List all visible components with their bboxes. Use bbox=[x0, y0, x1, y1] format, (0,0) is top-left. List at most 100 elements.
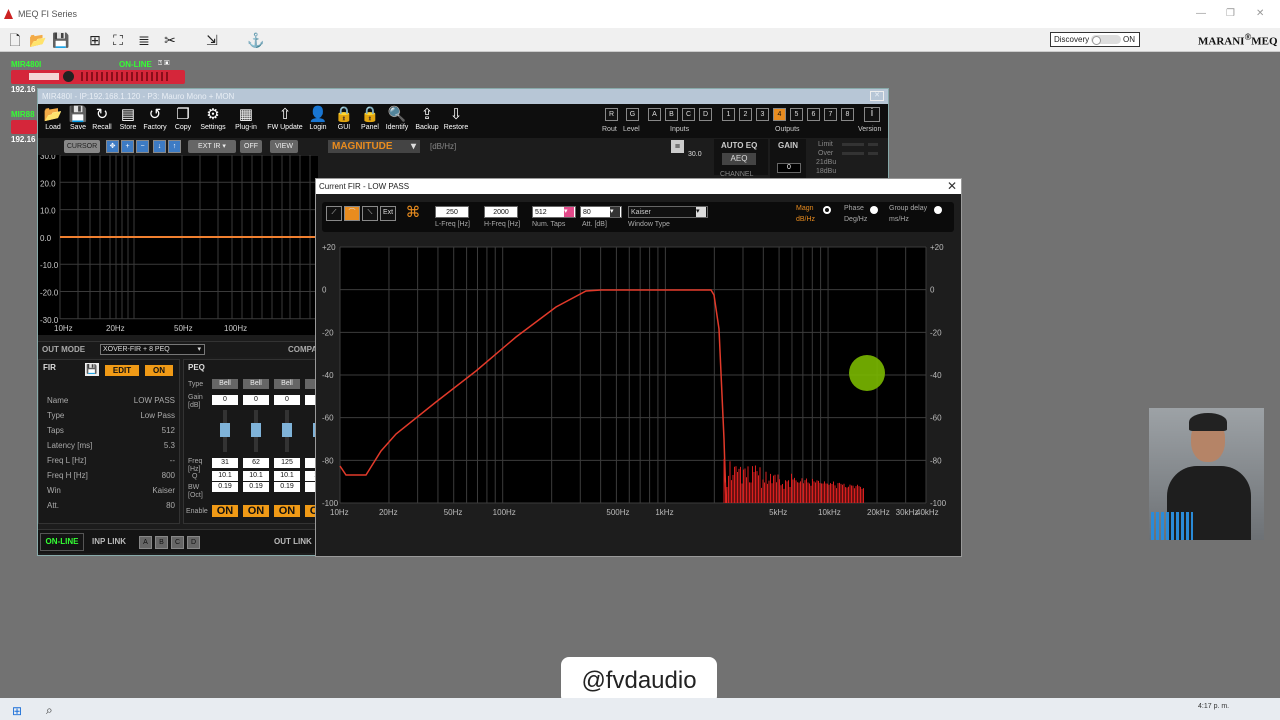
lowpass-filter-icon[interactable]: ⟍ bbox=[362, 206, 378, 221]
cursor-dot[interactable] bbox=[849, 355, 885, 391]
plugin-button[interactable]: ▦ Plug-in bbox=[231, 106, 261, 131]
att-select[interactable]: 80 ▾ bbox=[580, 206, 622, 218]
output-5-button[interactable]: 5 bbox=[790, 108, 803, 121]
phase-radio[interactable] bbox=[870, 206, 878, 214]
close-icon[interactable]: ✕ bbox=[1256, 0, 1264, 28]
settings-button[interactable]: ⚙ Settings bbox=[198, 106, 228, 131]
arrange-icon[interactable]: ≣ bbox=[134, 30, 154, 50]
ext-filter-button[interactable]: Ext bbox=[380, 206, 396, 221]
restore-button[interactable]: ⇩ Restore bbox=[441, 106, 471, 131]
add-device-icon[interactable]: ⊞ bbox=[85, 30, 105, 50]
window-type-select[interactable]: Kaiser ▾ bbox=[628, 206, 708, 218]
input-c-button[interactable]: C bbox=[682, 108, 695, 121]
peq-freq-input[interactable]: 62 bbox=[243, 458, 269, 468]
peq-enable-button[interactable]: ON bbox=[243, 505, 269, 517]
bandpass-filter-icon[interactable]: ⌒ bbox=[344, 206, 360, 221]
peq-slider-thumb[interactable] bbox=[251, 423, 261, 437]
peq-bw-input[interactable]: 0.19 bbox=[243, 482, 269, 492]
main-response-graph[interactable]: 30.020.010.00.0-10.0-20.0-30.0 10Hz 20Hz 5… bbox=[38, 155, 318, 335]
move-icon[interactable]: ✥ bbox=[106, 140, 119, 153]
peq-q-input[interactable]: 10.1 bbox=[212, 471, 238, 481]
group-delay-radio[interactable] bbox=[934, 206, 942, 214]
peq-slider-thumb[interactable] bbox=[220, 423, 230, 437]
cursor-down-icon[interactable]: ↓ bbox=[153, 140, 166, 153]
open-folder-icon[interactable]: 📂 bbox=[28, 30, 48, 50]
taps-select[interactable]: 512 ▾ bbox=[532, 206, 576, 218]
view-button[interactable]: VIEW bbox=[270, 140, 298, 153]
peq-q-input[interactable]: 10.1 bbox=[274, 471, 300, 481]
rout-button[interactable]: R bbox=[605, 108, 618, 121]
peq-gain-input[interactable]: 0 bbox=[243, 395, 269, 405]
output-4-button[interactable]: 4 bbox=[773, 108, 786, 121]
magn-radio[interactable] bbox=[823, 206, 831, 214]
network-icon[interactable]: ⚓ bbox=[246, 30, 266, 50]
output-6-button[interactable]: 6 bbox=[807, 108, 820, 121]
peq-q-input[interactable]: 10.1 bbox=[243, 471, 269, 481]
cursor-button[interactable]: CURSOR bbox=[64, 140, 100, 153]
output-8-button[interactable]: 8 bbox=[841, 108, 854, 121]
peq-gain-input[interactable]: 0 bbox=[212, 395, 238, 405]
cursor-up-icon[interactable]: ↑ bbox=[168, 140, 181, 153]
minimize-icon[interactable]: — bbox=[1196, 0, 1206, 28]
new-file-icon[interactable]: 🗋 bbox=[5, 30, 25, 50]
scan-icon[interactable]: ⛶ bbox=[108, 30, 128, 50]
output-1-button[interactable]: 1 bbox=[722, 108, 735, 121]
search-icon[interactable]: ⌕ bbox=[46, 703, 53, 718]
peq-enable-button[interactable]: ON bbox=[274, 505, 300, 517]
off-button[interactable]: OFF bbox=[240, 140, 262, 153]
fir-response-graph[interactable]: +20 0 -20 -40 -60 -80 -100 +20 0 -20 -40 -60 -80 -10… bbox=[316, 239, 961, 519]
backup-button[interactable]: ⇪ Backup bbox=[412, 106, 442, 131]
graph-menu-icon[interactable]: ≣ bbox=[671, 140, 684, 153]
graph-mode-select[interactable]: MAGNITUDE ▾ bbox=[328, 140, 420, 153]
out-mode-select[interactable]: XOVER-FIR + 8 PEQ ▾ bbox=[100, 344, 205, 355]
lfreq-input[interactable]: 250 bbox=[435, 206, 469, 218]
save-disk-icon[interactable]: 💾 bbox=[51, 30, 71, 50]
output-3-button[interactable]: 3 bbox=[756, 108, 769, 121]
store-button[interactable]: ▤ Store bbox=[113, 106, 143, 131]
device-front-panel[interactable] bbox=[11, 120, 37, 134]
highpass-filter-icon[interactable]: ⟋ bbox=[326, 206, 342, 221]
gain-value[interactable]: 0 bbox=[777, 163, 801, 173]
remove-device-icon[interactable]: ✂ bbox=[160, 30, 180, 50]
input-a-button[interactable]: A bbox=[648, 108, 661, 121]
peq-type-button[interactable]: Bell bbox=[274, 379, 300, 389]
peq-slider-thumb[interactable] bbox=[282, 423, 292, 437]
discovery-toggle[interactable]: Discovery ON bbox=[1050, 32, 1140, 47]
peq-bw-input[interactable]: 0.19 bbox=[212, 482, 238, 492]
import-icon[interactable]: ⇲ bbox=[202, 30, 222, 50]
peq-type-button[interactable]: Bell bbox=[212, 379, 238, 389]
peq-gain-input[interactable]: 0 bbox=[274, 395, 300, 405]
ext-ir-select[interactable]: EXT IR ▾ bbox=[188, 140, 236, 153]
input-d-button[interactable]: D bbox=[699, 108, 712, 121]
input-b-button[interactable]: B bbox=[665, 108, 678, 121]
info-icon[interactable]: i bbox=[864, 107, 880, 122]
hfreq-input[interactable]: 2000 bbox=[484, 206, 518, 218]
peq-enable-button[interactable]: ON bbox=[212, 505, 238, 517]
peq-bw-input[interactable]: 0.19 bbox=[274, 482, 300, 492]
device-front-panel[interactable] bbox=[11, 70, 185, 84]
fir-edit-button[interactable]: EDIT bbox=[105, 365, 139, 376]
inp-link-a-button[interactable]: A bbox=[139, 536, 152, 549]
fir-save-icon[interactable]: 💾 bbox=[85, 363, 99, 376]
zoom-out-icon[interactable]: − bbox=[136, 140, 149, 153]
zoom-in-icon[interactable]: + bbox=[121, 140, 134, 153]
close-icon[interactable]: ✕ bbox=[947, 179, 957, 194]
close-icon[interactable]: ✕ bbox=[870, 91, 884, 101]
discovery-switch[interactable] bbox=[1091, 35, 1121, 44]
factory-button[interactable]: ↺ Factory bbox=[140, 106, 170, 131]
maximize-icon[interactable]: ❐ bbox=[1226, 0, 1235, 28]
fir-chip-icon[interactable]: ⌘ bbox=[402, 204, 424, 222]
fw-update-button[interactable]: ⇧ FW Update bbox=[266, 106, 304, 131]
fir-on-button[interactable]: ON bbox=[145, 365, 173, 376]
identify-button[interactable]: 🔍 Identify bbox=[382, 106, 412, 131]
inp-link-d-button[interactable]: D bbox=[187, 536, 200, 549]
copy-button[interactable]: ❐ Copy bbox=[168, 106, 198, 131]
inp-link-c-button[interactable]: C bbox=[171, 536, 184, 549]
peq-freq-input[interactable]: 31 bbox=[212, 458, 238, 468]
output-2-button[interactable]: 2 bbox=[739, 108, 752, 121]
peq-freq-input[interactable]: 125 bbox=[274, 458, 300, 468]
inp-link-b-button[interactable]: B bbox=[155, 536, 168, 549]
panel-button[interactable]: 🔒 Panel bbox=[355, 106, 385, 131]
output-7-button[interactable]: 7 bbox=[824, 108, 837, 121]
windows-start-icon[interactable]: ⊞ bbox=[12, 704, 22, 718]
